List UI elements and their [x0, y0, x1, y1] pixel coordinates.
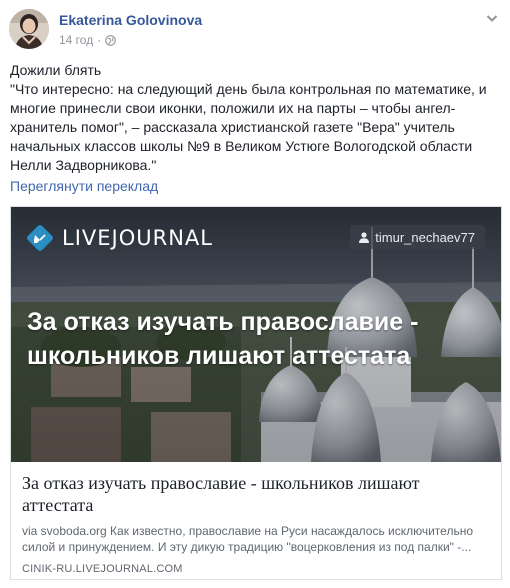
link-title[interactable]: За отказ изучать православие - школьнико… — [22, 472, 490, 516]
meta-separator: · — [97, 33, 102, 47]
post-text-line: многие принесли свои иконки, положили их… — [10, 100, 456, 116]
facebook-post: Ekaterina Golovinova 14 год · Дожили бля… — [0, 0, 510, 588]
user-badge-name: timur_nechaev77 — [375, 229, 475, 245]
livejournal-logo: LIVEJOURNAL — [27, 225, 213, 251]
link-domain: CINIK-RU.LIVEJOURNAL.COM — [22, 563, 183, 575]
post-text-line: Нелли Задворникова." — [10, 157, 157, 173]
chevron-down-icon[interactable] — [484, 10, 500, 26]
link-description-line: via svoboda.org Как известно, православи… — [22, 524, 473, 538]
avatar[interactable] — [9, 9, 49, 49]
post-text-line: начальных классов школы №9 в Великом Уст… — [10, 138, 473, 154]
link-description: via svoboda.org Как известно, православи… — [22, 523, 490, 555]
post-text-line: Дожили блять — [10, 62, 102, 78]
post-timestamp[interactable]: 14 год — [59, 33, 93, 47]
see-translation-link[interactable]: Переглянути переклад — [10, 178, 158, 194]
link-preview-image[interactable]: LIVEJOURNAL timur_nechaev77 За отказ изу… — [11, 207, 501, 462]
livejournal-logo-text: LIVEJOURNAL — [62, 226, 213, 250]
post-text-line: "Что интересно: на следующий день была к… — [10, 81, 487, 97]
link-preview-card[interactable]: LIVEJOURNAL timur_nechaev77 За отказ изу… — [10, 206, 502, 580]
post-meta: 14 год · — [59, 33, 117, 47]
livejournal-logo-icon — [27, 225, 53, 251]
link-title-line: За отказ изучать православие - школьнико… — [22, 473, 420, 493]
post-text-line: хранитель помог", – рассказала христианс… — [10, 119, 455, 135]
author-name[interactable]: Ekaterina Golovinova — [59, 12, 202, 28]
user-icon — [359, 232, 370, 243]
image-headline-line: школьников лишают аттестата — [27, 342, 411, 370]
link-description-line: силой и принуждением. И эту дикую традиц… — [22, 540, 472, 554]
post-text: Дожили блять "Что интересно: на следующи… — [10, 61, 500, 175]
image-headline: За отказ изучать православие - школьнико… — [27, 305, 467, 373]
user-badge: timur_nechaev77 — [350, 225, 485, 249]
link-title-line: аттестата — [22, 495, 94, 515]
globe-icon[interactable] — [105, 34, 117, 46]
image-headline-line: За отказ изучать православие - — [27, 308, 419, 336]
link-preview-body[interactable]: За отказ изучать православие - школьнико… — [11, 462, 501, 579]
